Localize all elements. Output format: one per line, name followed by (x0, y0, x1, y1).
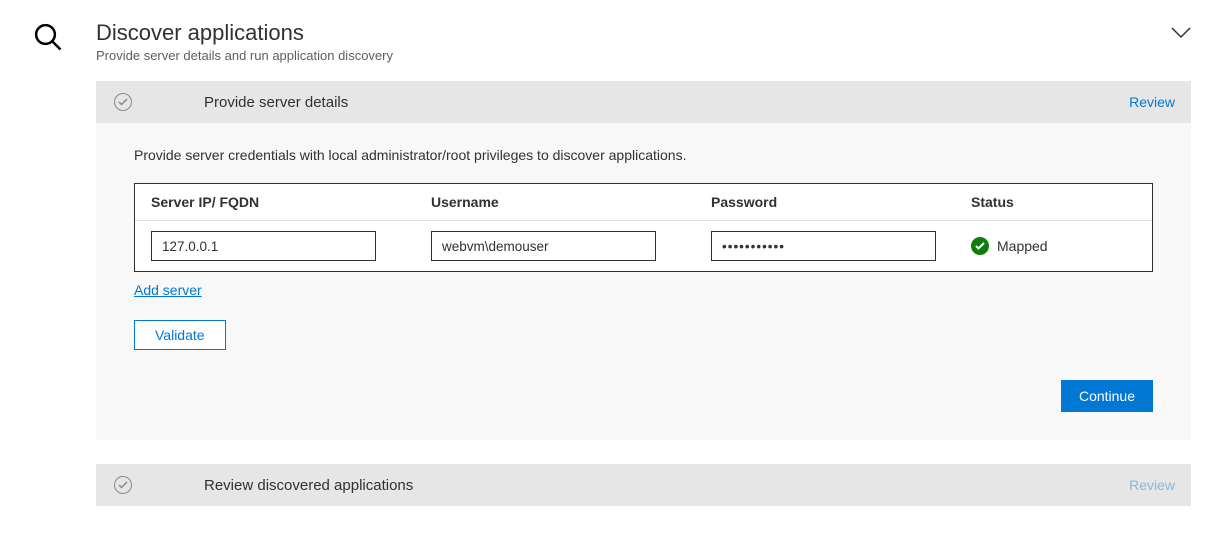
add-server-link[interactable]: Add server (134, 282, 202, 298)
section-review-title: Review discovered applications (204, 477, 413, 494)
validate-row: Validate (134, 298, 1153, 350)
section-provide-header: Provide server details Review (96, 81, 1191, 123)
page-title: Discover applications (96, 20, 393, 46)
left-icon-column (0, 0, 96, 506)
section-provide-body: Provide server credentials with local ad… (96, 123, 1191, 440)
cell-ip (151, 231, 431, 261)
page-subtitle: Provide server details and run applicati… (96, 48, 393, 63)
table-row: Mapped (135, 221, 1152, 271)
server-ip-input[interactable] (151, 231, 376, 261)
username-input[interactable] (431, 231, 656, 261)
review-link-provide[interactable]: Review (1129, 94, 1175, 110)
validate-button[interactable]: Validate (134, 320, 226, 350)
main-content: Discover applications Provide server det… (96, 0, 1211, 506)
col-header-username: Username (431, 194, 711, 210)
col-header-status: Status (971, 194, 1136, 210)
check-circle-icon (114, 476, 132, 494)
table-header-row: Server IP/ FQDN Username Password Status (135, 184, 1152, 221)
col-header-ip: Server IP/ FQDN (151, 194, 431, 210)
status-badge: Mapped (971, 237, 1136, 255)
check-circle-icon (114, 93, 132, 111)
section-review-header: Review discovered applications Review (96, 464, 1191, 506)
cell-password (711, 231, 971, 261)
review-link-review[interactable]: Review (1129, 477, 1175, 493)
chevron-down-icon[interactable] (1171, 26, 1191, 42)
password-input[interactable] (711, 231, 936, 261)
continue-row: Continue (134, 380, 1153, 412)
server-table: Server IP/ FQDN Username Password Status (134, 183, 1153, 272)
col-header-password: Password (711, 194, 971, 210)
instruction-text: Provide server credentials with local ad… (134, 147, 1153, 163)
search-icon (33, 22, 63, 506)
page-header: Discover applications Provide server det… (96, 0, 1191, 81)
status-ok-icon (971, 237, 989, 255)
section-provide-title: Provide server details (204, 94, 348, 111)
cell-status: Mapped (971, 237, 1136, 255)
status-text: Mapped (997, 238, 1048, 254)
cell-username (431, 231, 711, 261)
page-container: Discover applications Provide server det… (0, 0, 1211, 506)
continue-button[interactable]: Continue (1061, 380, 1153, 412)
header-text: Discover applications Provide server det… (96, 20, 393, 63)
